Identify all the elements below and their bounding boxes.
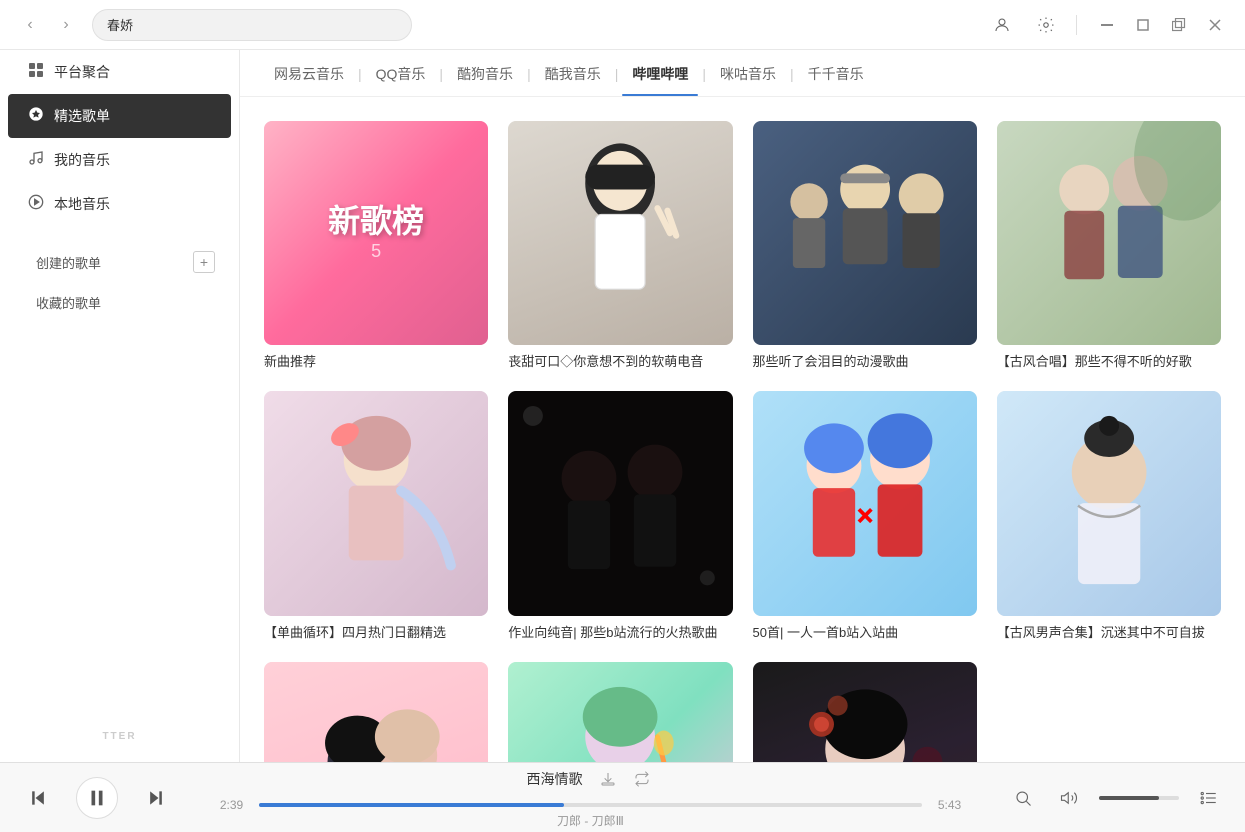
playlist-title-8: 【古风男声合集】沉迷其中不可自拔 (997, 624, 1221, 642)
progress-row: 2:39 5:43 (214, 798, 967, 812)
pause-button[interactable] (76, 777, 118, 819)
progress-bar[interactable] (259, 803, 922, 807)
minimize-button[interactable] (1093, 11, 1121, 39)
volume-bar[interactable] (1099, 796, 1179, 800)
tabs-bar: 网易云音乐 | QQ音乐 | 酷狗音乐 | 酷我音乐 | 哔哩哔哩 | 咪咕音乐… (240, 50, 1245, 97)
song-name: 西海情歌 (527, 769, 583, 789)
tab-netease[interactable]: 网易云音乐 (264, 64, 354, 96)
sidebar-item-platform[interactable]: 平台聚合 (8, 50, 231, 94)
playlist-title-4: 【古风合唱】那些不得不听的好歌 (997, 353, 1221, 371)
playlist-card-8[interactable]: 【古风男声合集】沉迷其中不可自拔 (997, 391, 1221, 641)
back-button[interactable]: ‹ (16, 11, 44, 39)
playlist-title-6: 作业向纯音| 那些b站流行的火热歌曲 (508, 624, 732, 642)
forward-button[interactable]: › (52, 11, 80, 39)
repeat-button[interactable] (629, 766, 655, 792)
user-icon[interactable] (988, 11, 1016, 39)
tab-qq[interactable]: QQ音乐 (366, 64, 436, 96)
playlist-card-6[interactable]: 作业向纯音| 那些b站流行的火热歌曲 (508, 391, 732, 641)
search-input[interactable] (92, 9, 412, 41)
total-time: 5:43 (932, 798, 967, 812)
song-artist: 刀郎 - 刀郎Ⅲ (557, 812, 624, 829)
divider (1076, 15, 1077, 35)
current-time: 2:39 (214, 798, 249, 812)
window-controls (1093, 11, 1229, 39)
tab-qianqian[interactable]: 千千音乐 (798, 64, 874, 96)
song-title-row: 西海情歌 (527, 766, 655, 792)
playlist-title-7: 50首| 一人一首b站入站曲 (753, 624, 977, 642)
local-icon (28, 194, 44, 215)
tab-bilibili[interactable]: 哔哩哔哩 (622, 64, 698, 96)
song-action-icons (595, 766, 655, 792)
tab-kuwo[interactable]: 酷我音乐 (535, 64, 611, 96)
progress-fill (259, 803, 564, 807)
player-controls (20, 777, 174, 819)
player-right (1007, 782, 1225, 814)
playlist-card-3[interactable]: 那些听了会泪目的动漫歌曲 (753, 121, 977, 371)
nav-buttons: ‹ › (16, 11, 80, 39)
music-icon (28, 150, 44, 171)
volume-fill (1099, 796, 1159, 800)
playlist-card-9[interactable]: 嘿。听他们为你唱首情 (264, 662, 488, 762)
close-button[interactable] (1201, 11, 1229, 39)
download-button[interactable] (595, 766, 621, 792)
sidebar-item-mymusic[interactable]: 我的音乐 (8, 138, 231, 182)
star-icon (28, 106, 44, 127)
sidebar-item-localmusic-label: 本地音乐 (54, 194, 110, 214)
settings-icon[interactable] (1032, 11, 1060, 39)
playlist-card-5[interactable]: 【单曲循环】四月热门日翻精选 (264, 391, 488, 641)
song-info-area: 西海情歌 2:39 5:43 刀郎 - 刀郎Ⅲ (214, 766, 967, 829)
sidebar-saved-label: 收藏的歌单 (36, 293, 101, 312)
sidebar-item-selected-label: 精选歌单 (54, 106, 110, 126)
content-area: 网易云音乐 | QQ音乐 | 酷狗音乐 | 酷我音乐 | 哔哩哔哩 | 咪咕音乐… (240, 50, 1245, 762)
playlist-grid: 新歌榜 5 新曲推荐 (240, 97, 1245, 762)
tab-migu[interactable]: 咪咕音乐 (710, 64, 786, 96)
sidebar-saved-row[interactable]: 收藏的歌单 (8, 282, 231, 322)
maximize-button[interactable] (1165, 11, 1193, 39)
sidebar-created-label: 创建的歌单 (36, 253, 101, 272)
restore-button[interactable] (1129, 11, 1157, 39)
playlist-title-1: 新曲推荐 (264, 353, 488, 371)
add-playlist-button[interactable]: + (193, 251, 215, 273)
search-player-button[interactable] (1007, 782, 1039, 814)
playlist-title-2: 丧甜可口◇你意想不到的软萌电音 (508, 353, 732, 371)
playlist-button[interactable] (1193, 782, 1225, 814)
next-button[interactable] (138, 780, 174, 816)
playlist-card-11[interactable]: GHEN.DE.LA 【日语】那些令人中毒 (753, 662, 977, 762)
playlist-card-1[interactable]: 新歌榜 5 新曲推荐 (264, 121, 488, 371)
playlist-card-4[interactable]: 【古风合唱】那些不得不听的好歌 (997, 121, 1221, 371)
playlist-title-5: 【单曲循环】四月热门日翻精选 (264, 624, 488, 642)
main-layout: 平台聚合 精选歌单 我的音乐 本地音乐 (0, 50, 1245, 762)
sidebar-item-mymusic-label: 我的音乐 (54, 150, 110, 170)
sidebar-item-selected[interactable]: 精选歌单 (8, 94, 231, 138)
titlebar-right (988, 11, 1229, 39)
tab-kugou[interactable]: 酷狗音乐 (447, 64, 523, 96)
sidebar-item-localmusic[interactable]: 本地音乐 (8, 182, 231, 226)
sidebar-created-row[interactable]: 创建的歌单 + (8, 242, 231, 282)
playlist-card-10[interactable]: 轻松向丨一张甜听甜饿 (508, 662, 732, 762)
platform-icon (28, 62, 44, 83)
playlist-card-7[interactable]: 50首| 一人一首b站入站曲 (753, 391, 977, 641)
player-bar: 西海情歌 2:39 5:43 刀郎 - 刀郎Ⅲ (0, 762, 1245, 832)
playlist-card-2[interactable]: 丧甜可口◇你意想不到的软萌电音 (508, 121, 732, 371)
playlist-title-3: 那些听了会泪目的动漫歌曲 (753, 353, 977, 371)
titlebar: ‹ › (0, 0, 1245, 50)
sidebar-item-platform-label: 平台聚合 (54, 62, 110, 82)
prev-button[interactable] (20, 780, 56, 816)
volume-button[interactable] (1053, 782, 1085, 814)
sidebar: 平台聚合 精选歌单 我的音乐 本地音乐 (0, 50, 240, 762)
